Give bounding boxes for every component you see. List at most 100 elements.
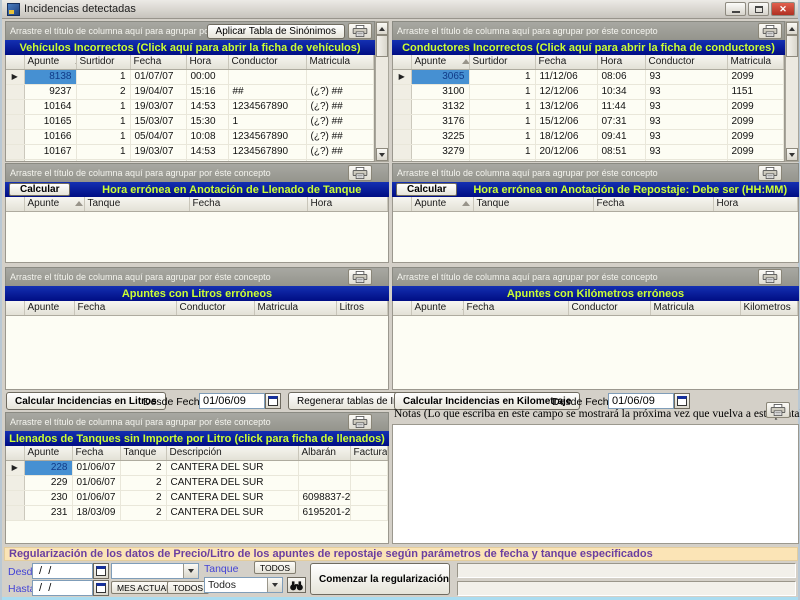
dropdown-button[interactable]	[183, 564, 198, 578]
cell[interactable]	[350, 490, 388, 505]
cell[interactable]: 11:44	[597, 99, 645, 114]
groupby-bar-llenados[interactable]: Arrastre el título de columna aquí para …	[5, 412, 389, 431]
cell[interactable]: 3132	[411, 99, 469, 114]
cell[interactable]: 14:53	[186, 144, 228, 159]
column-header-albarán[interactable]: Albarán	[298, 446, 350, 460]
cell[interactable]: 2	[76, 84, 130, 99]
hasta-date-input[interactable]	[32, 580, 93, 596]
cell[interactable]: 2099	[727, 99, 784, 114]
cell[interactable]: 15/03/07	[130, 114, 186, 129]
calendar-button[interactable]	[265, 393, 281, 409]
cell[interactable]: 1	[76, 69, 130, 84]
groupby-bar-hora-repostaje[interactable]: Arrastre el título de columna aquí para …	[392, 163, 799, 182]
cell[interactable]: (¿?) ##	[306, 114, 374, 129]
cell[interactable]: 09:41	[597, 129, 645, 144]
cell[interactable]: 2	[120, 505, 166, 520]
cell[interactable]: 3279	[411, 144, 469, 159]
cell[interactable]: (¿?) ##	[306, 144, 374, 159]
groupby-bar-kilometros[interactable]: Arrastre el título de columna aquí para …	[392, 267, 799, 286]
print-icon[interactable]	[758, 165, 782, 181]
vertical-scrollbar[interactable]	[375, 21, 389, 162]
cell[interactable]: 10165	[24, 114, 76, 129]
calcular-button[interactable]: Calcular	[9, 183, 70, 196]
print-icon[interactable]	[758, 269, 782, 285]
column-header-matricula[interactable]: Matricula	[254, 301, 336, 315]
cell[interactable]: 1	[76, 159, 130, 162]
print-icon[interactable]	[348, 269, 372, 285]
cell[interactable]: 1	[469, 84, 535, 99]
column-header-fecha[interactable]: Fecha	[74, 301, 176, 315]
cell[interactable]: 1234567890	[228, 99, 306, 114]
cell[interactable]: 3337	[411, 159, 469, 162]
column-header-fecha[interactable]: Fecha	[463, 301, 568, 315]
column-header-fecha[interactable]: Fecha	[72, 446, 120, 460]
cell[interactable]: 93	[645, 144, 727, 159]
cell[interactable]: 9237	[24, 84, 76, 99]
buscar-button[interactable]	[287, 577, 306, 593]
cell[interactable]: 19/04/07	[130, 84, 186, 99]
cell[interactable]: 10:08	[186, 129, 228, 144]
column-header-litros[interactable]: Litros	[336, 301, 388, 315]
cell[interactable]: 1	[469, 129, 535, 144]
cell[interactable]: 2	[120, 490, 166, 505]
cell[interactable]: 1	[76, 129, 130, 144]
cell[interactable]: 00:00	[186, 69, 228, 84]
cell[interactable]: 2	[120, 460, 166, 475]
cell[interactable]	[350, 505, 388, 520]
scrollbar-thumb[interactable]	[786, 35, 798, 57]
scroll-down-button[interactable]	[376, 148, 388, 161]
cell[interactable]: 15:16	[186, 84, 228, 99]
cell[interactable]: 2099	[727, 144, 784, 159]
column-header-surtidor[interactable]: Surtidor	[76, 55, 130, 69]
cell[interactable]: (¿?) ##	[306, 129, 374, 144]
column-header-apunte[interactable]: Apunte	[411, 55, 469, 69]
maximize-button[interactable]	[748, 2, 769, 16]
cell[interactable]: 6098837-20	[298, 490, 350, 505]
cell[interactable]: 15:30	[186, 114, 228, 129]
cell[interactable]: 3225	[411, 129, 469, 144]
cell[interactable]: 08:06	[597, 69, 645, 84]
tanque-todos-button[interactable]: TODOS	[254, 561, 296, 574]
column-header-apunte[interactable]: Apunte	[24, 55, 76, 69]
vertical-scrollbar[interactable]	[785, 21, 799, 162]
band-llenados[interactable]: Llenados de Tanques sin Importe por Litr…	[5, 431, 389, 446]
cell[interactable]	[298, 475, 350, 490]
scroll-up-button[interactable]	[786, 22, 798, 35]
cell[interactable]: 93	[645, 99, 727, 114]
desde-fecha-litros-input[interactable]	[199, 393, 265, 409]
band-title-llenados[interactable]: Llenados de Tanques sin Importe por Litr…	[5, 433, 389, 445]
cell[interactable]	[298, 460, 350, 475]
cell[interactable]: 01/06/07	[72, 490, 120, 505]
column-header-hora[interactable]: Hora	[713, 197, 798, 211]
cell[interactable]: 3065	[411, 69, 469, 84]
column-header-hora[interactable]: Hora	[186, 55, 228, 69]
column-header-factura[interactable]: Factura	[350, 446, 388, 460]
desde-fecha-km-input[interactable]	[608, 393, 674, 409]
print-icon[interactable]	[766, 402, 790, 418]
print-icon[interactable]	[348, 414, 372, 430]
tanque-combo[interactable]: Todos	[204, 577, 283, 593]
comenzar-regularizacion-button[interactable]: Comenzar la regularización	[310, 563, 450, 595]
cell[interactable]: 2099	[727, 69, 784, 84]
calcular-incidencias-litros-button[interactable]: Calcular Incidencias en Litros	[6, 392, 166, 410]
cell[interactable]	[350, 475, 388, 490]
cell[interactable]: 15/12/06	[535, 114, 597, 129]
column-header-fecha[interactable]: Fecha	[535, 55, 597, 69]
column-header-conductor[interactable]: Conductor	[568, 301, 650, 315]
cell[interactable]: 93	[645, 159, 727, 162]
cell[interactable]: 1151	[727, 84, 784, 99]
cell[interactable]: (¿?) ##	[306, 99, 374, 114]
cell[interactable]: 228	[24, 460, 72, 475]
cell[interactable]: 1234567890	[228, 159, 306, 162]
cell[interactable]: 1	[228, 114, 306, 129]
cell[interactable]: 12/12/06	[535, 84, 597, 99]
column-header-fecha[interactable]: Fecha	[189, 197, 307, 211]
cell[interactable]: 05/04/07	[130, 129, 186, 144]
column-header-apunte[interactable]: Apunte	[24, 446, 72, 460]
cell[interactable]: 231	[24, 505, 72, 520]
cell[interactable]: 1	[469, 159, 535, 162]
cell[interactable]: 6195201-20	[298, 505, 350, 520]
band-title-vehiculos[interactable]: Vehículos Incorrectos (Click aquí para a…	[5, 42, 375, 54]
cell[interactable]: 3100	[411, 84, 469, 99]
cell[interactable]: 10168	[24, 159, 76, 162]
